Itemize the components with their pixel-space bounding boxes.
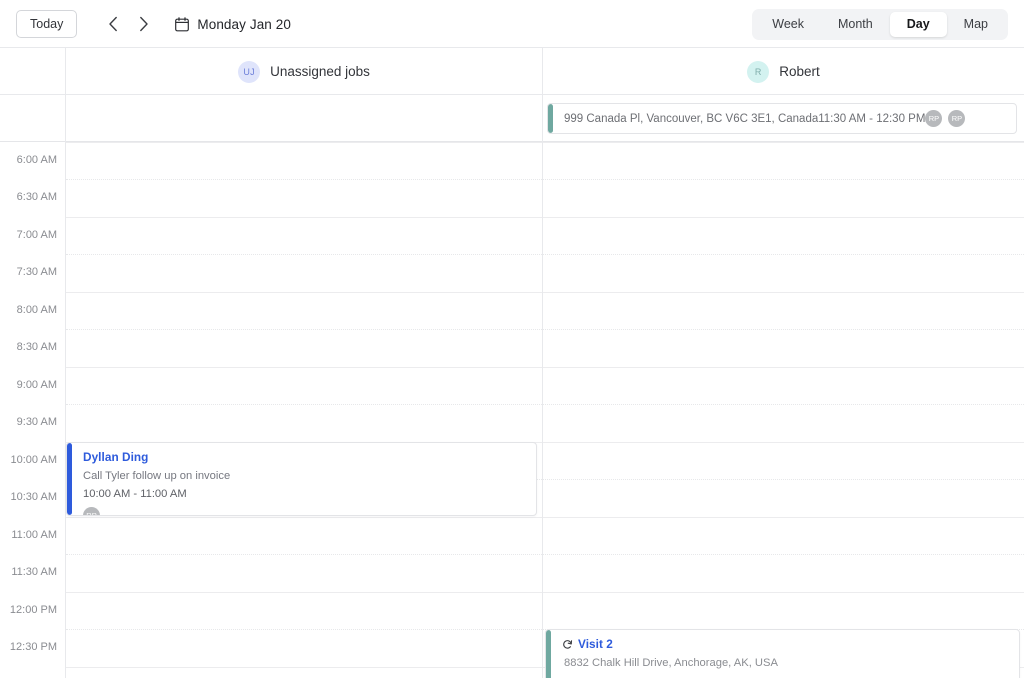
- event-title: Visit 2: [578, 637, 613, 651]
- event-assignees: RP: [83, 506, 526, 515]
- view-tab-month[interactable]: Month: [821, 12, 890, 37]
- time-label: 11:00 AM: [11, 529, 57, 541]
- chevron-left-icon[interactable]: [103, 13, 123, 35]
- grid-line-hour: [66, 517, 542, 518]
- all-day-gutter: [0, 95, 66, 142]
- current-date-label: Monday Jan 20: [197, 16, 291, 32]
- grid-line-half: [543, 554, 1024, 555]
- grid-line-half: [543, 179, 1024, 180]
- time-label: 9:30 AM: [16, 416, 57, 428]
- grid-line-hour: [543, 367, 1024, 368]
- time-label: 6:30 AM: [16, 191, 57, 203]
- grid-line-half: [543, 329, 1024, 330]
- time-label: 12:30 PM: [9, 641, 57, 653]
- column-header-unassigned-jobs[interactable]: UJ Unassigned jobs: [66, 48, 543, 95]
- event-address: 8832 Chalk Hill Drive, Anchorage, AK, US…: [564, 656, 778, 669]
- avatar: UJ: [238, 60, 261, 83]
- grid-line-half: [66, 329, 542, 330]
- grid-line-hour: [66, 217, 542, 218]
- time-label: 8:30 AM: [16, 341, 57, 353]
- event-accent-bar: [546, 630, 551, 678]
- view-tab-day[interactable]: Day: [889, 12, 947, 37]
- avatar: RP: [83, 506, 100, 515]
- view-switcher: Week Month Day Map: [752, 9, 1008, 40]
- grid-line-hour: [66, 142, 542, 143]
- day-column-robert[interactable]: Visit 2 8832 Chalk Hill Drive, Anchorage…: [543, 142, 1024, 678]
- grid-line-half: [66, 554, 542, 555]
- grid-line-hour: [66, 367, 542, 368]
- event-accent-bar: [548, 104, 553, 133]
- time-label: 9:00 AM: [16, 379, 57, 391]
- calendar-column-headers: UJ Unassigned jobs R Robert: [0, 48, 1024, 95]
- time-gutter: 6:00 AM 6:30 AM 7:00 AM 7:30 AM 8:00 AM …: [0, 142, 66, 678]
- calendar-icon: [175, 16, 190, 32]
- avatar: R: [747, 60, 770, 83]
- all-day-event-body: 999 Canada Pl, Vancouver, BC V6C 3E1, Ca…: [548, 110, 966, 127]
- time-label: 11:30 AM: [11, 566, 57, 578]
- event-time: 10:00 AM - 11:00 AM: [83, 487, 187, 500]
- grid-line-half: [543, 479, 1024, 480]
- repeat-icon: [562, 639, 573, 650]
- toolbar: Today Monday Jan 20 Week Month Day Map: [0, 0, 1024, 48]
- time-grid: 6:00 AM 6:30 AM 7:00 AM 7:30 AM 8:00 AM …: [0, 142, 1024, 678]
- grid-line-half: [66, 254, 542, 255]
- all-day-row: 999 Canada Pl, Vancouver, BC V6C 3E1, Ca…: [0, 95, 1024, 142]
- grid-line-hour: [543, 592, 1024, 593]
- column-header-robert[interactable]: R Robert: [543, 48, 1024, 95]
- grid-line-hour: [543, 442, 1024, 443]
- all-day-event-time: 11:30 AM - 12:30 PM: [818, 112, 926, 125]
- event-card-body: Dyllan Ding Call Tyler follow up on invo…: [67, 443, 536, 515]
- column-header-label: Unassigned jobs: [270, 64, 370, 79]
- date-nav-group: [103, 13, 153, 35]
- time-label: 12:00 PM: [9, 604, 57, 616]
- event-title: Dyllan Ding: [83, 450, 149, 464]
- today-button[interactable]: Today: [16, 10, 78, 38]
- chevron-right-icon[interactable]: [133, 13, 153, 35]
- grid-line-half: [66, 404, 542, 405]
- event-accent-bar: [67, 443, 72, 515]
- time-label: 10:00 AM: [10, 454, 57, 466]
- column-header-label: Robert: [779, 64, 820, 79]
- grid-line-half: [543, 404, 1024, 405]
- all-day-cell-robert[interactable]: 999 Canada Pl, Vancouver, BC V6C 3E1, Ca…: [543, 95, 1024, 142]
- event-title-row: Visit 2: [562, 637, 1009, 652]
- time-label: 6:00 AM: [16, 154, 57, 166]
- time-label: 7:30 AM: [16, 266, 57, 278]
- grid-line-hour: [543, 517, 1024, 518]
- grid-line-hour: [543, 217, 1024, 218]
- all-day-event-chip[interactable]: 999 Canada Pl, Vancouver, BC V6C 3E1, Ca…: [547, 103, 1017, 134]
- grid-line-hour: [66, 592, 542, 593]
- grid-line-hour: [66, 667, 542, 668]
- all-day-event-address: 999 Canada Pl, Vancouver, BC V6C 3E1, Ca…: [564, 112, 819, 125]
- grid-line-hour: [543, 142, 1024, 143]
- avatar: RP: [925, 110, 943, 127]
- day-column-unassigned-jobs[interactable]: Dyllan Ding Call Tyler follow up on invo…: [66, 142, 543, 678]
- grid-line-half: [66, 179, 542, 180]
- grid-line-hour: [543, 292, 1024, 293]
- view-tab-map[interactable]: Map: [947, 12, 1005, 37]
- event-card-dyllan-ding[interactable]: Dyllan Ding Call Tyler follow up on invo…: [66, 442, 537, 516]
- grid-line-hour: [66, 292, 542, 293]
- toolbar-left-group: Today Monday Jan 20: [16, 0, 291, 48]
- grid-line-half: [543, 254, 1024, 255]
- time-label: 7:00 AM: [16, 229, 57, 241]
- time-label: 10:30 AM: [10, 491, 57, 503]
- event-card-visit-2[interactable]: Visit 2 8832 Chalk Hill Drive, Anchorage…: [545, 629, 1020, 678]
- time-label: 8:00 AM: [16, 304, 57, 316]
- grid-line-half: [66, 629, 542, 630]
- all-day-cell-unassigned[interactable]: [66, 95, 543, 142]
- view-tab-week[interactable]: Week: [755, 12, 821, 37]
- event-description: Call Tyler follow up on invoice: [83, 469, 231, 482]
- current-date-group[interactable]: Monday Jan 20: [175, 17, 291, 32]
- avatar: RP: [948, 110, 966, 127]
- event-card-body: Visit 2 8832 Chalk Hill Drive, Anchorage…: [546, 630, 1019, 677]
- time-gutter-header: [0, 48, 66, 95]
